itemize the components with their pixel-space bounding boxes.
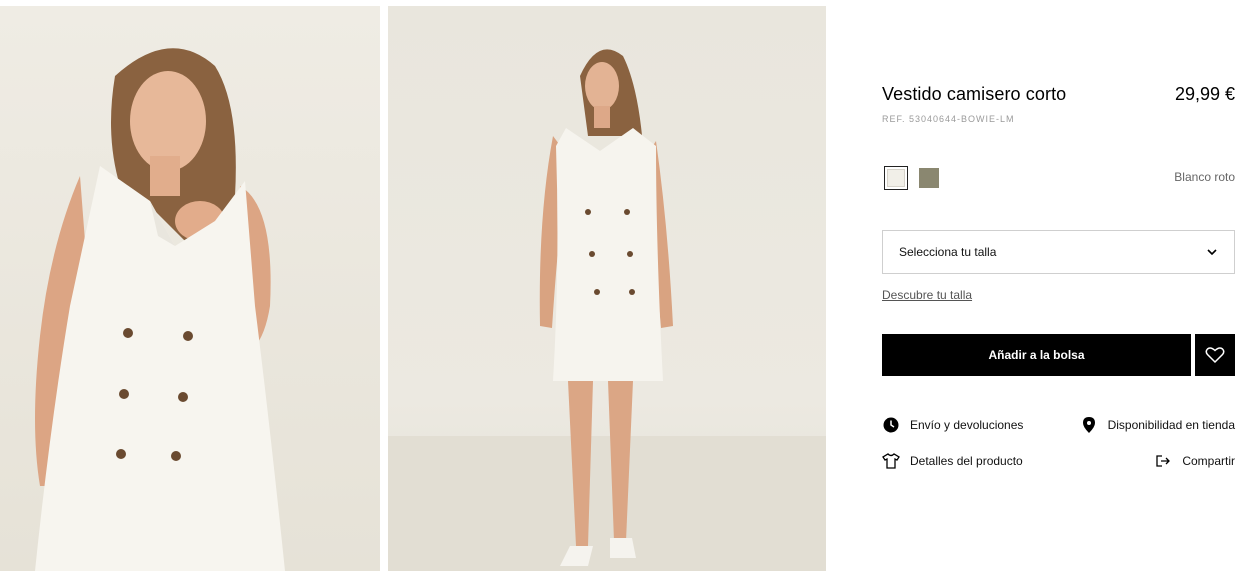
product-photo-fullbody-image	[388, 49, 826, 571]
product-title: Vestido camisero corto	[882, 84, 1067, 104]
shipping-returns-label: Envío y devoluciones	[910, 418, 1024, 432]
product-photo-closeup[interactable]	[0, 6, 380, 571]
product-photo-fullbody[interactable]	[388, 6, 826, 571]
share-link[interactable]: Compartir	[1154, 452, 1235, 470]
size-select-placeholder: Selecciona tu talla	[899, 245, 997, 259]
product-details-label: Detalles del producto	[910, 454, 1023, 468]
add-to-bag-button[interactable]: Añadir a la bolsa	[882, 334, 1191, 376]
product-panel: Vestido camisero corto 29,99 € REF. 5304…	[882, 0, 1235, 571]
clock-icon	[882, 416, 900, 434]
store-availability-link[interactable]: Disponibilidad en tienda	[1080, 416, 1235, 434]
location-pin-icon	[1080, 416, 1098, 434]
product-photo-closeup-image	[35, 48, 285, 571]
color-swatch-khaki[interactable]	[919, 168, 939, 188]
tshirt-icon	[882, 452, 900, 470]
size-select[interactable]: Selecciona tu talla	[882, 230, 1235, 274]
product-price: 29,99 €	[1174, 84, 1235, 104]
selected-color-name: Blanco roto	[1174, 170, 1235, 184]
shipping-returns-link[interactable]: Envío y devoluciones	[882, 416, 1023, 434]
size-guide-link[interactable]: Descubre tu talla	[882, 288, 972, 302]
heart-icon	[1205, 347, 1225, 364]
chevron-down-icon	[1207, 249, 1217, 256]
favorite-button[interactable]	[1195, 334, 1235, 376]
store-availability-label: Disponibilidad en tienda	[1107, 418, 1235, 432]
color-swatch-blanco-roto[interactable]	[884, 166, 908, 190]
product-reference: REF. 53040644-BOWIE-LM	[882, 114, 1015, 124]
share-label: Compartir	[1182, 454, 1235, 468]
share-icon	[1154, 452, 1172, 470]
product-details-link[interactable]: Detalles del producto	[882, 452, 1023, 470]
